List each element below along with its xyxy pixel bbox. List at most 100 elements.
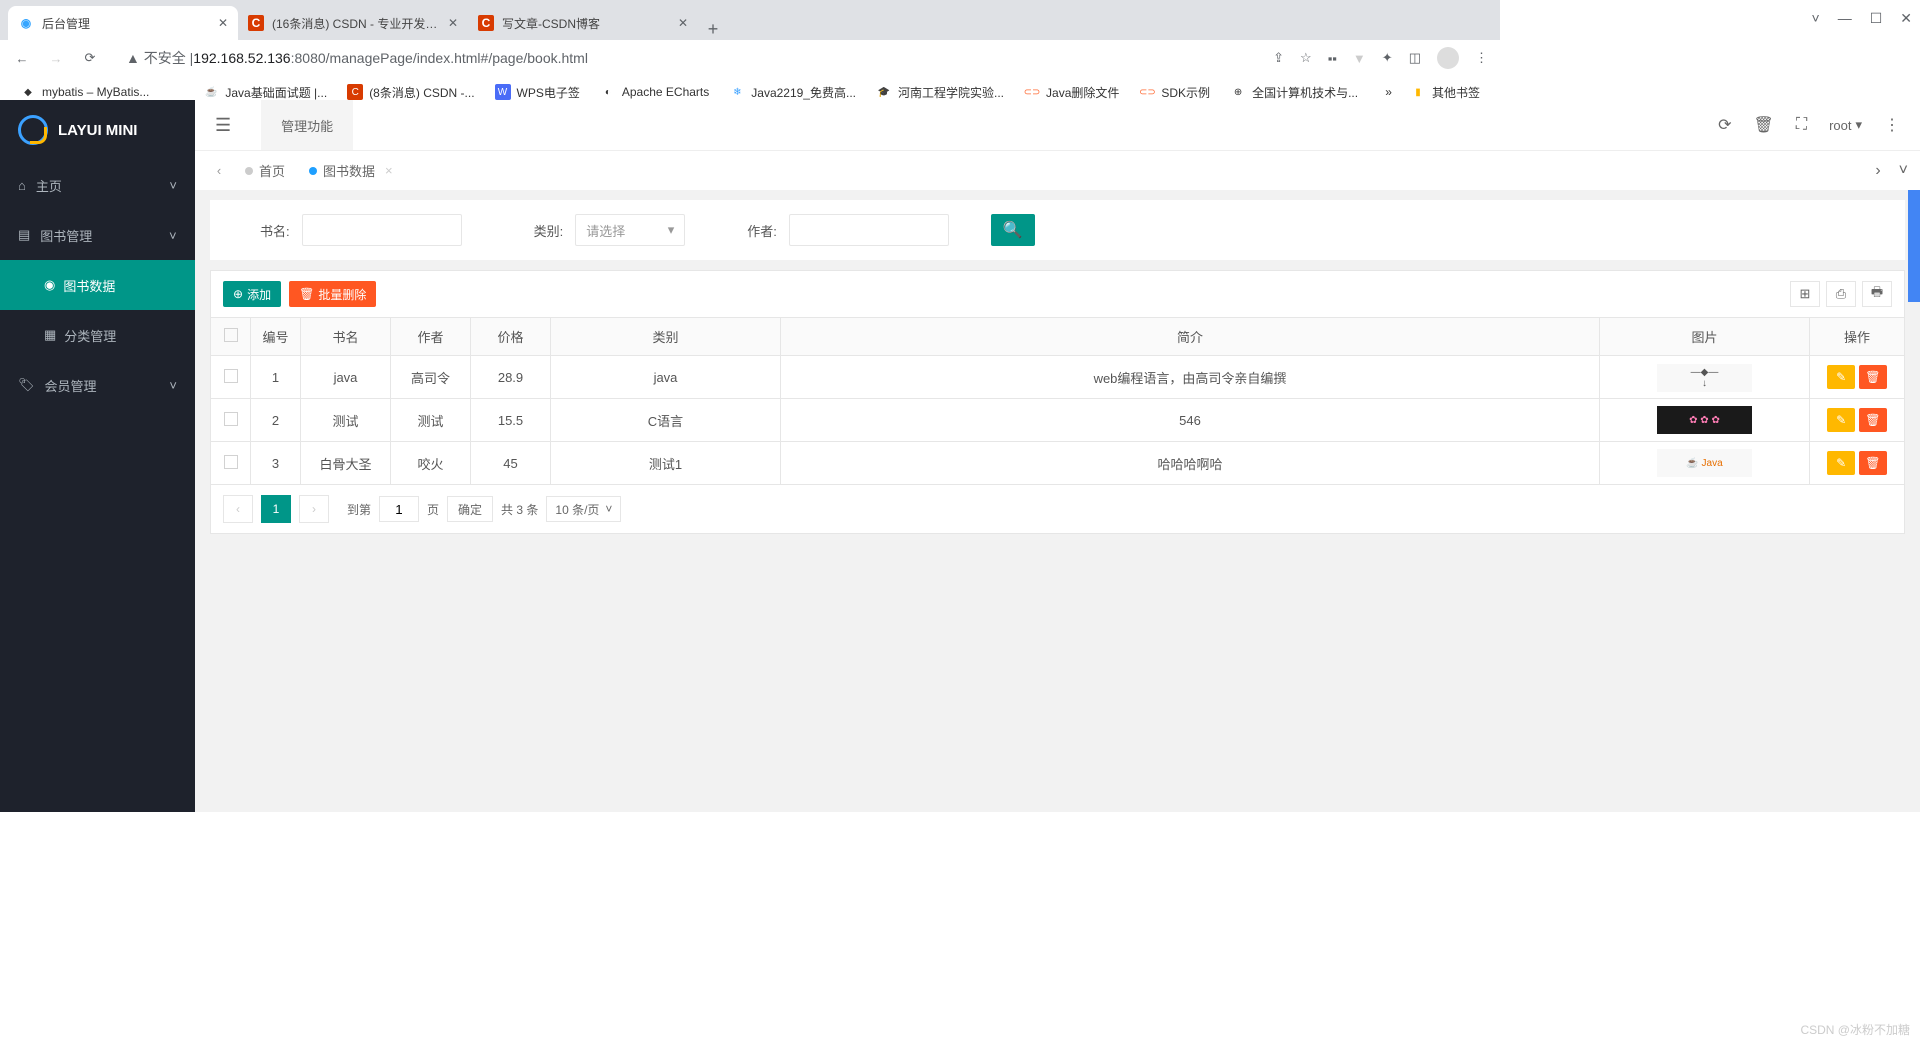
url-bar[interactable]: ▲ 不安全 | 192.168.52.136 :8080 /managePage… <box>114 44 1259 72</box>
overflow-icon[interactable]: » <box>1385 85 1392 99</box>
columns-icon[interactable]: ⊞ <box>1790 281 1820 307</box>
delete-button[interactable]: 🗑 <box>1859 408 1887 432</box>
url-path: /managePage/index.html#/page/book.html <box>326 50 588 66</box>
page-prev[interactable]: ‹ <box>223 495 253 523</box>
filter-author-input[interactable] <box>789 214 949 246</box>
filter-name-label: 书名: <box>260 221 290 240</box>
func-tab[interactable]: 管理功能 <box>261 100 353 150</box>
favicon: C <box>478 15 494 31</box>
export-icon[interactable]: ⎙ <box>1826 281 1856 307</box>
col-desc: 简介 <box>781 318 1600 356</box>
delete-button[interactable]: 🗑 <box>1859 451 1887 475</box>
cell-name: java <box>301 356 391 399</box>
close-icon[interactable]: ✕ <box>1900 10 1912 27</box>
chevron-up-icon: ˄ <box>169 228 177 243</box>
search-button[interactable]: 🔍 <box>991 214 1035 246</box>
new-tab-button[interactable]: + <box>698 19 728 40</box>
browser-tab[interactable]: C 写文章-CSDN博客 ✕ <box>468 6 698 40</box>
col-price: 价格 <box>471 318 551 356</box>
tab-bookdata[interactable]: 图书数据× <box>299 161 403 180</box>
page-number[interactable]: 1 <box>261 495 291 523</box>
filter-cat-label: 类别: <box>534 221 564 240</box>
print-icon[interactable]: 🖶 <box>1862 281 1892 307</box>
extensions-icon[interactable]: ✦ <box>1382 50 1393 66</box>
filter-row: 书名: 类别: 请选择▾ 作者: 🔍 <box>210 200 1905 260</box>
menu-toggle-icon[interactable]: ☰ <box>215 115 231 136</box>
sidebar-sub-category[interactable]: ▦ 分类管理 <box>0 310 195 360</box>
extension-icon[interactable]: ▪▪ <box>1328 51 1337 66</box>
more-icon[interactable]: ⋮ <box>1884 115 1900 135</box>
table-row: 1 java 高司令 28.9 java web编程语言，由高司令亲自编撰 —◆… <box>211 356 1905 399</box>
tab-title: 后台管理 <box>42 15 210 32</box>
edit-button[interactable]: ✎ <box>1827 451 1855 475</box>
chevron-down-icon: ˅ <box>169 178 177 193</box>
fullscreen-icon[interactable]: ⛶ <box>1796 116 1807 134</box>
maximize-icon[interactable]: ☐ <box>1870 10 1883 27</box>
col-cat: 类别 <box>551 318 781 356</box>
checkbox-all[interactable] <box>224 328 238 342</box>
col-act: 操作 <box>1810 318 1905 356</box>
checkbox[interactable] <box>224 412 238 426</box>
refresh-icon[interactable]: ⟳ <box>1718 115 1731 135</box>
back-icon[interactable]: ← <box>12 51 32 66</box>
add-button[interactable]: ⊕添加 <box>223 281 281 307</box>
page-next[interactable]: › <box>299 495 329 523</box>
chevron-down-icon[interactable]: ˅ <box>1812 10 1820 27</box>
dot-icon: ◉ <box>44 277 55 293</box>
sidebar-item-home[interactable]: ⌂主页 ˅ <box>0 160 195 210</box>
checkbox[interactable] <box>224 369 238 383</box>
browser-tab[interactable]: ◉ 后台管理 ✕ <box>8 6 238 40</box>
cell-price: 15.5 <box>471 399 551 442</box>
forward-icon[interactable]: → <box>46 51 66 66</box>
avatar-icon[interactable] <box>1437 47 1459 69</box>
goto-confirm-button[interactable]: 确定 <box>447 496 493 522</box>
cell-price: 45 <box>471 442 551 485</box>
tab-home[interactable]: 首页 <box>235 161 295 180</box>
sidebar-item-members[interactable]: 🏷会员管理 ˅ <box>0 360 195 410</box>
goto-input[interactable] <box>379 496 419 522</box>
filter-author-label: 作者: <box>747 221 777 240</box>
sidebar-sub-bookdata[interactable]: ◉ 图书数据 <box>0 260 195 310</box>
share-icon[interactable]: ⇪ <box>1273 50 1284 66</box>
user-menu[interactable]: root ▾ <box>1829 117 1862 133</box>
browser-tab[interactable]: C (16条消息) CSDN - 专业开发者... ✕ <box>238 6 468 40</box>
sidebar-item-books[interactable]: ▤图书管理 ˄ <box>0 210 195 260</box>
edit-button[interactable]: ✎ <box>1827 408 1855 432</box>
tabs-dropdown[interactable]: ˅ <box>1899 162 1908 180</box>
filter-name-input[interactable] <box>302 214 462 246</box>
trash-icon: 🗑 <box>299 287 314 301</box>
search-icon: 🔍 <box>1003 220 1023 240</box>
goto-label: 到第 <box>347 501 371 518</box>
batch-delete-button[interactable]: 🗑批量删除 <box>289 281 376 307</box>
cell-img: ✿ ✿ ✿ <box>1600 399 1810 442</box>
delete-button[interactable]: 🗑 <box>1859 365 1887 389</box>
cell-price: 28.9 <box>471 356 551 399</box>
close-icon[interactable]: ✕ <box>448 16 458 30</box>
nav-bar: ← → ⟳ ▲ 不安全 | 192.168.52.136 :8080 /mana… <box>0 40 1500 76</box>
trash-icon[interactable]: 🗑 <box>1754 115 1774 135</box>
close-icon[interactable]: × <box>385 163 393 178</box>
pagination: ‹ 1 › 到第 页 确定 共 3 条 10 条/页˅ <box>210 485 1905 534</box>
reload-icon[interactable]: ⟳ <box>80 50 100 66</box>
extension-icon[interactable]: ▼ <box>1353 51 1366 66</box>
menu-icon[interactable]: ⋮ <box>1475 50 1488 66</box>
book-icon: ▤ <box>18 227 30 243</box>
tab-title: 写文章-CSDN博客 <box>502 15 670 32</box>
edit-button[interactable]: ✎ <box>1827 365 1855 389</box>
cell-cat: 测试1 <box>551 442 781 485</box>
checkbox[interactable] <box>224 455 238 469</box>
cell-img: —◆—↓ <box>1600 356 1810 399</box>
tabs-prev[interactable]: ‹ <box>207 163 231 178</box>
per-page-select[interactable]: 10 条/页˅ <box>546 496 621 522</box>
favicon: ◉ <box>18 15 34 31</box>
star-icon[interactable]: ☆ <box>1300 50 1312 66</box>
cell-id: 3 <box>251 442 301 485</box>
minimize-icon[interactable]: — <box>1838 10 1852 27</box>
scrollbar[interactable] <box>1908 190 1920 302</box>
sidepanel-icon[interactable]: ◫ <box>1409 50 1421 66</box>
close-icon[interactable]: ✕ <box>218 16 228 30</box>
home-icon: ⌂ <box>18 178 26 193</box>
close-icon[interactable]: ✕ <box>678 16 688 30</box>
filter-cat-select[interactable]: 请选择▾ <box>575 214 685 246</box>
tabs-next[interactable]: › <box>1875 162 1880 180</box>
